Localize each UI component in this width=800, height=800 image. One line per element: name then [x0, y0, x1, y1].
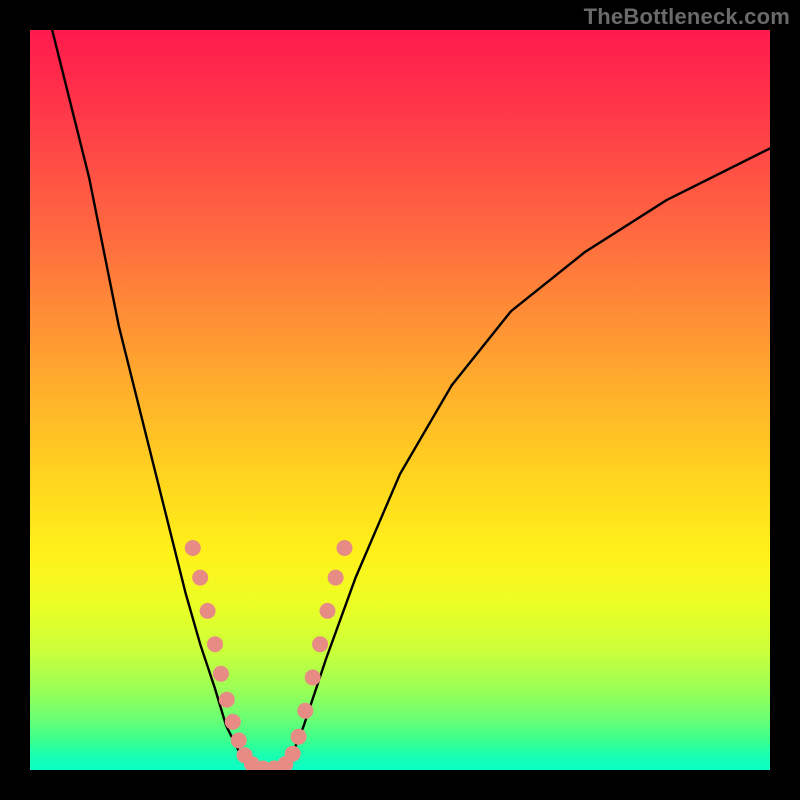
curve-path	[52, 30, 770, 770]
curve-marker	[213, 666, 229, 682]
curve-marker	[285, 746, 301, 762]
curve-marker	[297, 703, 313, 719]
curve-marker	[225, 714, 241, 730]
curve-marker	[207, 636, 223, 652]
curve-marker	[185, 540, 201, 556]
plot-area	[30, 30, 770, 770]
watermark-text: TheBottleneck.com	[584, 4, 790, 30]
curve-marker	[328, 570, 344, 586]
curve-marker	[219, 692, 235, 708]
bottleneck-curve	[30, 30, 770, 770]
curve-marker	[337, 540, 353, 556]
curve-marker	[231, 732, 247, 748]
curve-marker	[200, 603, 216, 619]
curve-marker	[305, 670, 321, 686]
curve-marker	[291, 729, 307, 745]
chart-container: TheBottleneck.com	[0, 0, 800, 800]
curve-marker	[312, 636, 328, 652]
curve-marker	[192, 570, 208, 586]
curve-marker	[320, 603, 336, 619]
